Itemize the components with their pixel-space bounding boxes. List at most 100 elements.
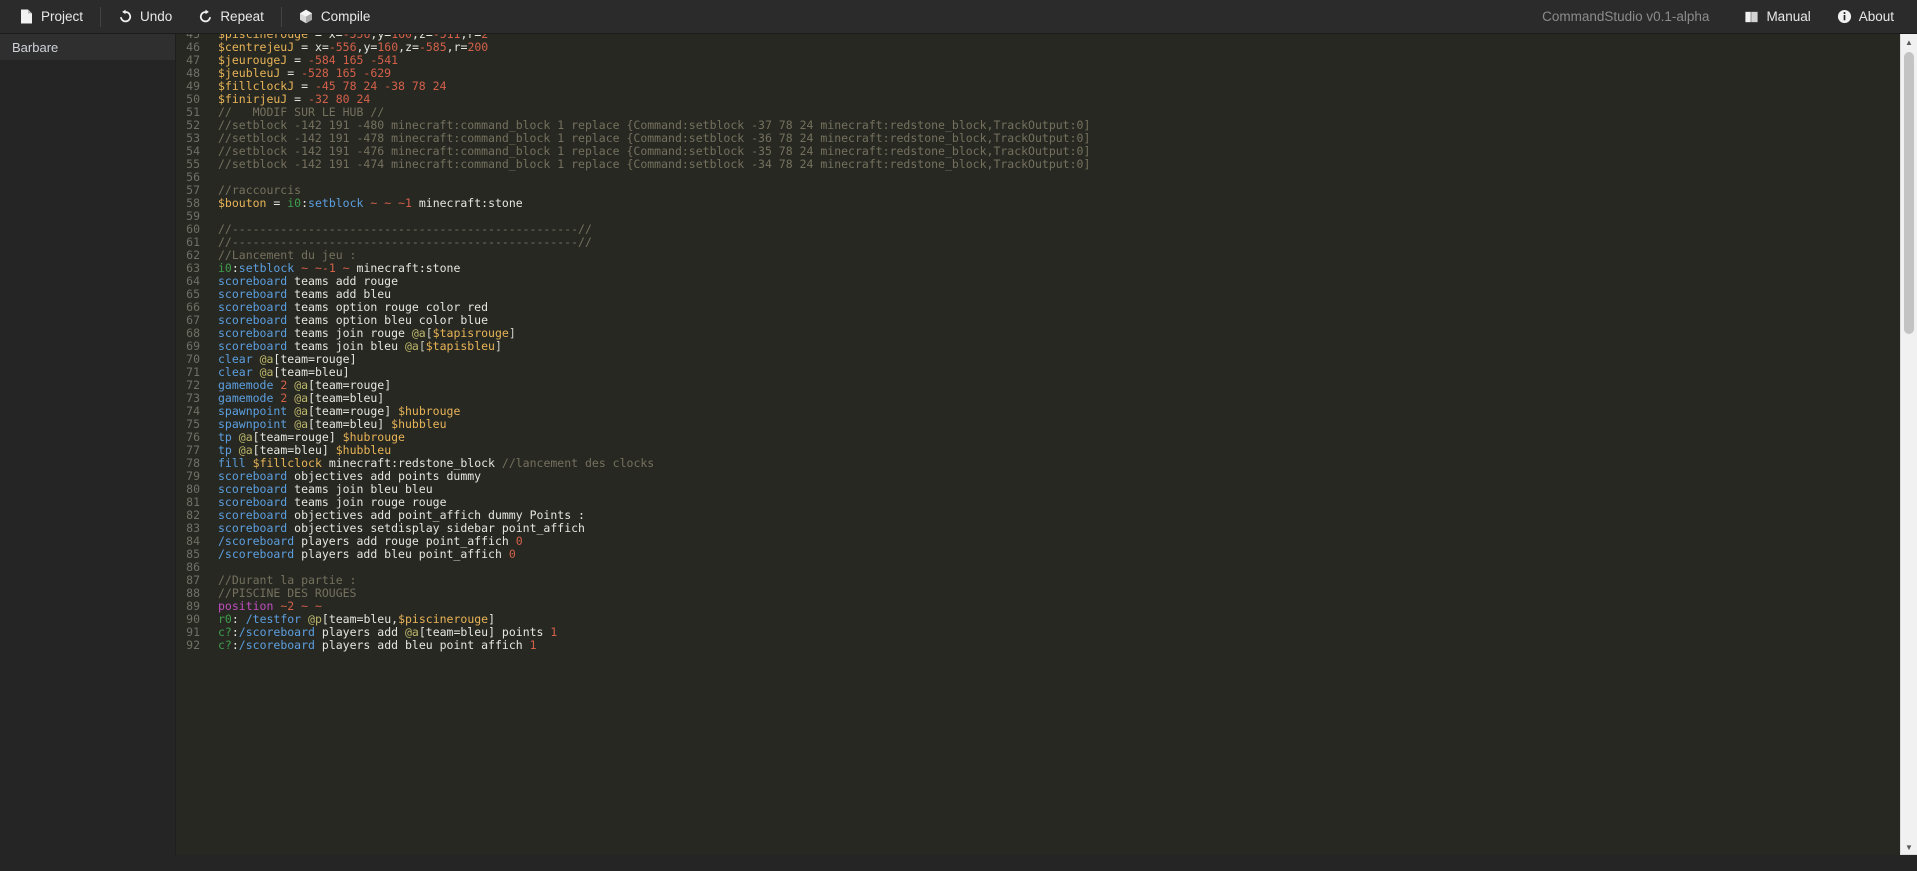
token-com: //setblock -142 191 -476 minecraft:comma… <box>218 144 1091 158</box>
token-sel: @a <box>294 404 309 418</box>
token-pln <box>232 443 239 457</box>
bottom-bar <box>0 855 1917 871</box>
token-com: //setblock -142 191 -480 minecraft:comma… <box>218 118 1091 132</box>
token-pln: objectives setdisplay sidebar point_affi… <box>287 521 585 535</box>
sidebar-item-barbare[interactable]: Barbare <box>0 34 175 60</box>
scroll-up-arrow[interactable]: ▲ <box>1901 34 1917 50</box>
toolbar-divider-2 <box>280 6 282 27</box>
token-cmd: clear <box>218 352 253 366</box>
code-line: 64 scoreboard teams add rouge <box>176 275 1901 288</box>
token-pln: objectives add point_affich dummy Points… <box>287 508 585 522</box>
token-grn: i0 <box>218 261 232 275</box>
token-com: //--------------------------------------… <box>218 222 592 236</box>
token-num: -556 <box>328 40 357 54</box>
token-pln: minecraft:redstone_block <box>321 456 502 470</box>
undo-button-label: Undo <box>140 9 173 24</box>
token-pln: r <box>453 40 461 54</box>
code-line: 85/scoreboard players add bleu point_aff… <box>176 548 1901 561</box>
manual-button[interactable]: Manual <box>1731 4 1823 30</box>
app-version-label: CommandStudio v0.1-alpha <box>1542 9 1710 24</box>
token-num: ~ ~ ~1 <box>370 196 412 210</box>
token-grn: i0 <box>287 196 302 210</box>
token-mag: position <box>218 599 274 613</box>
token-com: //setblock -142 191 -474 minecraft:comma… <box>218 157 1091 171</box>
repeat-button[interactable]: Repeat <box>185 4 277 30</box>
token-grn: c? <box>218 638 232 652</box>
main-toolbar: Project Undo Repeat Compile CommandStudi… <box>0 0 1917 34</box>
token-cmd: setblock <box>308 196 364 210</box>
token-com: //Lancement du jeu : <box>218 248 357 262</box>
token-pln: players add <box>314 625 405 639</box>
token-var: $tapisbleu <box>425 339 495 353</box>
code-editor[interactable]: 45 $piscinerouge = x=-556,y=160,z=-511,r=… <box>176 34 1901 871</box>
token-cmd: /scoreboard <box>238 625 315 639</box>
code-line: 50 $finirjeuJ = -32 80 24 <box>176 93 1901 106</box>
token-num: 0 <box>508 547 516 561</box>
token-pln: [team=rouge] <box>308 378 392 392</box>
token-com: //PISCINE DES ROUGES <box>218 586 357 600</box>
vertical-scrollbar[interactable]: ▲ ▼ <box>1900 34 1917 855</box>
token-var: $bouton <box>218 196 267 210</box>
token-cmd: scoreboard <box>218 287 288 301</box>
vertical-scrollbar-thumb[interactable] <box>1904 52 1914 334</box>
file-icon <box>19 9 34 24</box>
token-sel: @a <box>404 625 419 639</box>
code-line: 88//PISCINE DES ROUGES <box>176 587 1901 600</box>
token-cmd: clear <box>218 365 253 379</box>
token-sel: @a <box>294 378 309 392</box>
token-var: $jeubleuJ <box>218 66 281 80</box>
token-num: -528 165 -629 <box>301 66 392 80</box>
code-line: 49 $fillclockJ = -45 78 24 -38 78 24 <box>176 80 1901 93</box>
code-line: 70 clear @a[team=rouge] <box>176 353 1901 366</box>
token-pln: [team=bleu] <box>308 391 385 405</box>
code-editor-panel: 45 $piscinerouge = x=-556,y=160,z=-511,r=… <box>176 34 1917 871</box>
about-button[interactable]: About <box>1824 4 1907 30</box>
compile-button[interactable]: Compile <box>286 4 384 30</box>
project-button[interactable]: Project <box>6 4 96 30</box>
undo-icon <box>118 9 133 24</box>
scroll-down-arrow[interactable]: ▼ <box>1901 839 1917 855</box>
token-com: //lancement des clocks <box>501 456 655 470</box>
token-pln: = <box>287 53 309 67</box>
token-cmd: tp <box>218 430 232 444</box>
code-line: 63 i0:setblock ~ ~-1 ~ minecraft:stone <box>176 262 1901 275</box>
token-cmd: gamemode <box>218 391 274 405</box>
code-line-text: c?:/scoreboard players add bleu point af… <box>208 639 537 652</box>
undo-button[interactable]: Undo <box>105 4 185 30</box>
code-line: 79 scoreboard objectives add points dummy <box>176 470 1901 483</box>
token-pln: = <box>294 79 315 93</box>
token-sel: @a <box>259 365 274 379</box>
code-line-text <box>208 171 218 184</box>
token-pln: : <box>231 261 239 275</box>
token-pln: : <box>231 638 239 652</box>
repeat-button-label: Repeat <box>220 9 264 24</box>
token-cmd: scoreboard <box>218 300 288 314</box>
token-cmd: gamemode <box>218 378 274 392</box>
token-pln: [team=bleu] points <box>418 625 551 639</box>
token-pln: : <box>231 625 239 639</box>
token-pln: = <box>287 92 309 106</box>
token-pln: teams option rouge color red <box>287 300 489 314</box>
token-var: $fillclock <box>252 456 322 470</box>
manual-button-label: Manual <box>1766 9 1811 24</box>
code-line: 58 $bouton = i0:setblock ~ ~ ~1 minecraft… <box>176 197 1901 210</box>
token-pln: [team=rouge] <box>252 430 343 444</box>
token-var: $hubbleu <box>335 443 392 457</box>
token-var: $piscinerouge <box>398 612 489 626</box>
token-num: -585 <box>418 40 447 54</box>
toolbar-left-group: Project Undo Repeat Compile <box>6 4 383 30</box>
token-pln: = <box>280 66 302 80</box>
token-cmd: scoreboard <box>218 326 288 340</box>
token-cmd: /scoreboard <box>218 547 295 561</box>
token-pln: , <box>446 40 454 54</box>
token-pln: x <box>314 40 322 54</box>
book-icon <box>1744 9 1759 24</box>
token-pln: teams add rouge <box>287 274 399 288</box>
token-pln <box>232 430 239 444</box>
code-line: 86 <box>176 561 1901 574</box>
token-num: 0 <box>515 534 523 548</box>
token-cmd: scoreboard <box>218 482 288 496</box>
code-line: 46 $centrejeuJ = x=-556,y=160,z=-585,r=20… <box>176 41 1901 54</box>
info-icon <box>1837 9 1852 24</box>
token-pln: [team=bleu] <box>252 443 336 457</box>
